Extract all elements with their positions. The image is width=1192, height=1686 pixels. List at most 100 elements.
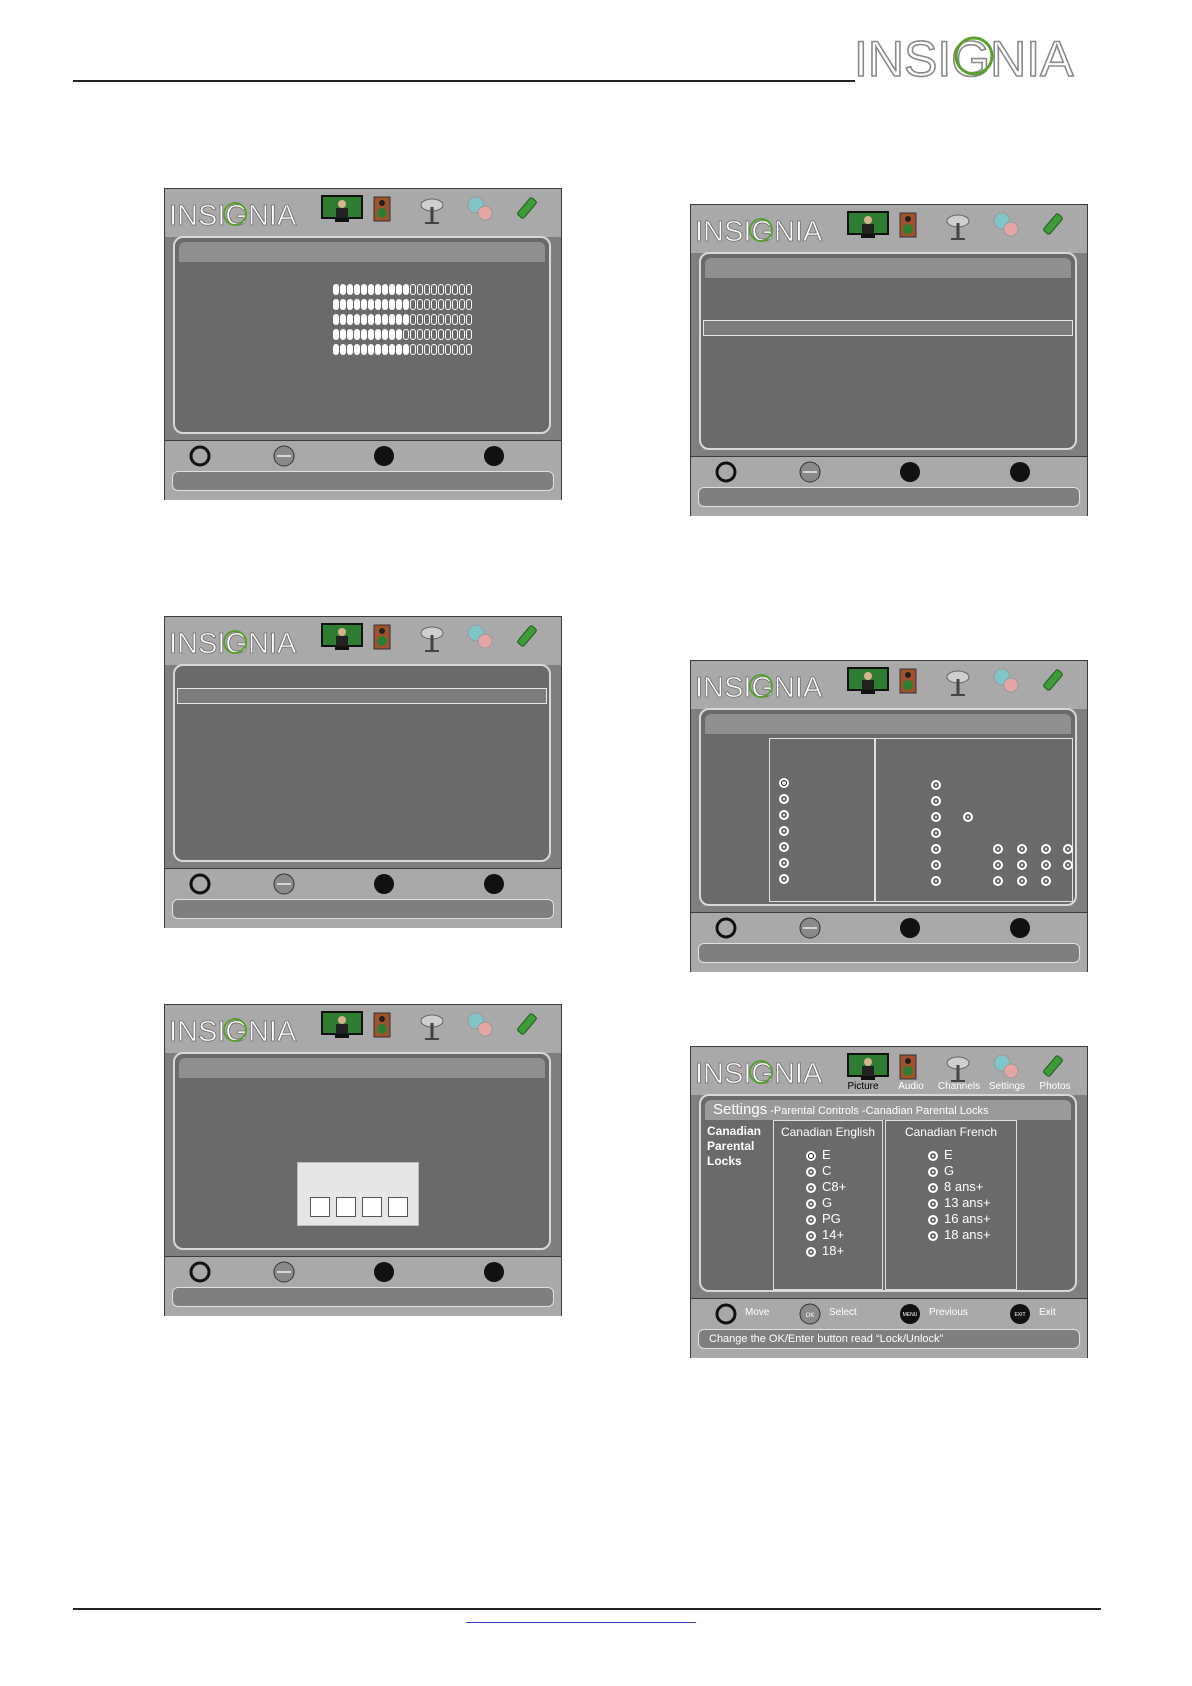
tab-channels[interactable] bbox=[937, 207, 981, 253]
tab-channels[interactable] bbox=[937, 663, 981, 709]
canadian-english-box: Canadian English E C C8+ G PG 14+ 18+ bbox=[773, 1120, 883, 1290]
radio-french-8[interactable] bbox=[928, 1183, 938, 1193]
radio[interactable] bbox=[993, 860, 1003, 870]
tab-channels[interactable] bbox=[411, 1007, 455, 1053]
radio[interactable] bbox=[779, 794, 789, 804]
antenna-icon bbox=[946, 1056, 970, 1082]
tab-photos[interactable] bbox=[1033, 663, 1077, 709]
radio[interactable] bbox=[779, 826, 789, 836]
radio[interactable] bbox=[779, 778, 789, 788]
radio[interactable] bbox=[779, 810, 789, 820]
radio[interactable] bbox=[1017, 860, 1027, 870]
tab-settings[interactable] bbox=[459, 1007, 503, 1053]
radio-english-c8[interactable] bbox=[806, 1183, 816, 1193]
osd-control-bar bbox=[165, 440, 561, 500]
slider-pill bbox=[361, 299, 367, 310]
tab-photos[interactable] bbox=[507, 619, 551, 665]
tab-audio[interactable] bbox=[363, 1007, 407, 1053]
move-icon bbox=[189, 873, 211, 895]
osd-top-bar: INSIGNIA bbox=[165, 1005, 561, 1053]
tab-audio[interactable] bbox=[363, 619, 407, 665]
tab-picture[interactable] bbox=[841, 663, 889, 709]
radio[interactable] bbox=[1017, 844, 1027, 854]
password-digit-2[interactable] bbox=[336, 1197, 356, 1217]
selected-menu-row[interactable] bbox=[177, 688, 547, 704]
tab-channels[interactable] bbox=[411, 191, 455, 237]
radio-english-e[interactable] bbox=[806, 1151, 816, 1161]
radio[interactable] bbox=[1041, 860, 1051, 870]
radio-french-13[interactable] bbox=[928, 1199, 938, 1209]
radio[interactable] bbox=[931, 780, 941, 790]
radio[interactable] bbox=[779, 842, 789, 852]
osd-menu-panel bbox=[173, 664, 551, 862]
radio-french-g[interactable] bbox=[928, 1167, 938, 1177]
tab-picture[interactable] bbox=[315, 1007, 363, 1053]
radio-french-18[interactable] bbox=[928, 1231, 938, 1241]
option-label: C bbox=[822, 1163, 832, 1178]
radio[interactable] bbox=[931, 812, 941, 822]
breadcrumb: Settings -Parental Controls -Canadian Pa… bbox=[705, 1100, 1071, 1120]
radio[interactable] bbox=[931, 860, 941, 870]
tab-settings[interactable] bbox=[459, 619, 503, 665]
tab-photos[interactable] bbox=[507, 1007, 551, 1053]
tab-settings[interactable] bbox=[985, 207, 1029, 253]
speaker-icon bbox=[899, 1054, 917, 1080]
radio[interactable] bbox=[779, 874, 789, 884]
tab-picture[interactable] bbox=[315, 191, 363, 237]
tab-picture[interactable] bbox=[841, 207, 889, 253]
radio[interactable] bbox=[1063, 844, 1073, 854]
radio[interactable] bbox=[993, 876, 1003, 886]
ok-enter-icon bbox=[273, 873, 295, 895]
radio-english-pg[interactable] bbox=[806, 1215, 816, 1225]
password-digit-1[interactable] bbox=[310, 1197, 330, 1217]
radio[interactable] bbox=[931, 844, 941, 854]
slider-pill bbox=[389, 299, 395, 310]
radio[interactable] bbox=[1063, 860, 1073, 870]
option-label: C8+ bbox=[822, 1179, 847, 1194]
radio[interactable] bbox=[779, 858, 789, 868]
radio-french-16[interactable] bbox=[928, 1215, 938, 1225]
radio-french-e[interactable] bbox=[928, 1151, 938, 1161]
osd-screen-settings-list: INSIGNIA bbox=[690, 204, 1088, 516]
exit-icon bbox=[484, 1262, 504, 1282]
osd-screen-canadian-locks-blank: INSIGNIA bbox=[690, 660, 1088, 972]
slider-pill bbox=[438, 299, 444, 310]
tab-settings[interactable]: Settings bbox=[985, 1049, 1029, 1095]
tab-photos[interactable] bbox=[1033, 207, 1077, 253]
radio[interactable] bbox=[931, 876, 941, 886]
tab-audio[interactable] bbox=[363, 191, 407, 237]
password-digit-4[interactable] bbox=[388, 1197, 408, 1217]
panel-title-bar bbox=[705, 714, 1071, 734]
tab-settings[interactable] bbox=[459, 191, 503, 237]
osd-menu-panel bbox=[699, 252, 1077, 450]
radio-english-c[interactable] bbox=[806, 1167, 816, 1177]
radio[interactable] bbox=[931, 828, 941, 838]
selected-menu-row[interactable] bbox=[703, 320, 1073, 336]
radio[interactable] bbox=[1041, 844, 1051, 854]
tab-channels[interactable]: Channels bbox=[937, 1049, 981, 1095]
tab-audio[interactable] bbox=[889, 207, 933, 253]
tab-settings[interactable] bbox=[985, 663, 1029, 709]
tab-photos[interactable] bbox=[507, 191, 551, 237]
radio[interactable] bbox=[1017, 876, 1027, 886]
slider-pill bbox=[410, 314, 416, 325]
radio-english-g[interactable] bbox=[806, 1199, 816, 1209]
slider-pill bbox=[410, 299, 416, 310]
tab-picture[interactable]: Picture bbox=[841, 1049, 889, 1095]
radio[interactable] bbox=[1041, 876, 1051, 886]
tab-channels[interactable] bbox=[411, 619, 455, 665]
footer-link-underline[interactable] bbox=[466, 1622, 696, 1623]
radio[interactable] bbox=[931, 796, 941, 806]
tab-audio[interactable] bbox=[889, 663, 933, 709]
password-digit-3[interactable] bbox=[362, 1197, 382, 1217]
tab-photos[interactable]: Photos bbox=[1033, 1049, 1077, 1095]
slider-pill bbox=[333, 314, 339, 325]
radio-english-18[interactable] bbox=[806, 1247, 816, 1257]
radio-english-14[interactable] bbox=[806, 1231, 816, 1241]
radio[interactable] bbox=[963, 812, 973, 822]
slider-pill bbox=[347, 344, 353, 355]
tab-picture[interactable] bbox=[315, 619, 363, 665]
radio[interactable] bbox=[993, 844, 1003, 854]
svg-text:EXIT: EXIT bbox=[1014, 1312, 1025, 1318]
tab-audio[interactable]: Audio bbox=[889, 1049, 933, 1095]
